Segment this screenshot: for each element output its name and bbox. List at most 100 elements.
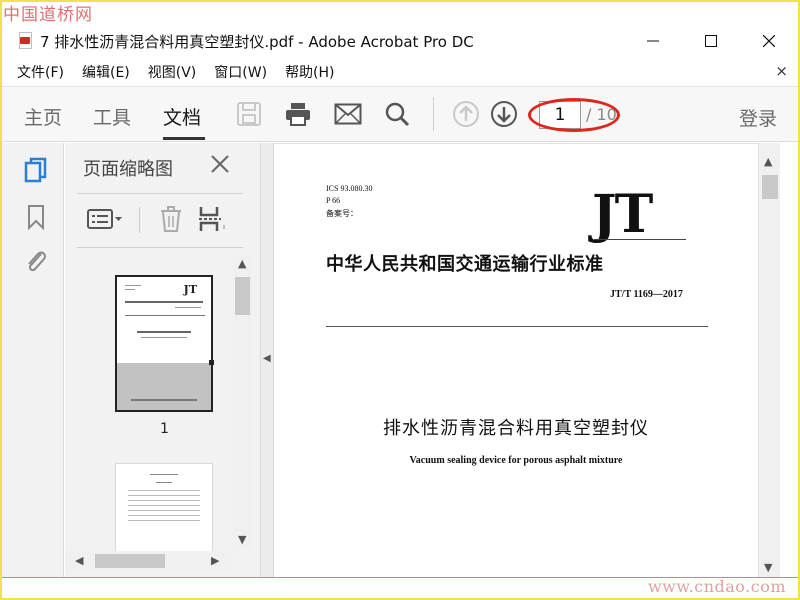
document-viewer: ICS 93.080.30 P 66 备案号： JT 中华人民共和国交通运输行业… bbox=[274, 143, 758, 578]
collapse-panel-icon[interactable]: ◀ bbox=[263, 353, 271, 364]
scroll-down-icon[interactable]: ▼ bbox=[238, 533, 246, 546]
close-icon bbox=[211, 155, 229, 173]
delete-page-icon bbox=[161, 206, 181, 232]
thumbnail-title-line bbox=[137, 331, 191, 333]
panel-divider bbox=[77, 247, 243, 248]
thumbnail-text-line bbox=[125, 289, 135, 290]
scroll-left-icon[interactable]: ◀ bbox=[75, 554, 83, 567]
document-vertical-scrollbar[interactable]: ▲ ▼ bbox=[758, 143, 780, 577]
menu-help[interactable]: 帮助(H) bbox=[285, 62, 334, 82]
save-button[interactable] bbox=[234, 99, 264, 129]
minimize-button[interactable] bbox=[624, 26, 682, 56]
thumbnail-footer-line bbox=[131, 399, 197, 401]
window-controls bbox=[624, 26, 798, 56]
next-page-button[interactable] bbox=[489, 99, 519, 129]
thumbnail-heading-line bbox=[125, 301, 203, 303]
doc-logo-underline bbox=[594, 239, 686, 240]
maximize-button[interactable] bbox=[682, 26, 740, 56]
thumbnail-text-line bbox=[128, 515, 200, 516]
title-bar: 7 排水性沥青混合料用真空塑封仪.pdf - Adobe Acrobat Pro… bbox=[2, 26, 798, 56]
scroll-right-icon[interactable]: ▶ bbox=[211, 554, 219, 567]
email-icon bbox=[334, 103, 362, 125]
menu-window[interactable]: 窗口(W) bbox=[214, 62, 267, 82]
print-button[interactable] bbox=[283, 99, 313, 129]
scrollbar-thumb[interactable] bbox=[235, 277, 250, 315]
doc-class-code: P 66 bbox=[326, 196, 341, 205]
doc-divider-rule bbox=[326, 326, 708, 327]
thumbnail-logo: JT bbox=[183, 283, 197, 296]
close-icon bbox=[763, 35, 775, 47]
attachments-icon bbox=[28, 251, 46, 272]
tab-home[interactable]: 主页 bbox=[24, 103, 62, 130]
menu-file[interactable]: 文件(F) bbox=[17, 62, 64, 82]
bookmarks-button[interactable] bbox=[22, 203, 50, 231]
doc-standard-heading: 中华人民共和国交通运输行业标准 bbox=[326, 254, 604, 275]
thumbnail-page-number: 1 bbox=[160, 421, 169, 437]
scroll-down-icon[interactable]: ▼ bbox=[764, 561, 772, 574]
thumbnail-resize-handle[interactable] bbox=[209, 360, 214, 365]
page-thumbnails-button[interactable] bbox=[22, 157, 50, 185]
doc-logo: JT bbox=[592, 184, 653, 245]
doc-title-chinese: 排水性沥青混合料用真空塑封仪 bbox=[383, 418, 649, 439]
tab-document[interactable]: 文档 bbox=[163, 103, 201, 130]
window-title: 7 排水性沥青混合料用真空塑封仪.pdf - Adobe Acrobat Pro… bbox=[40, 32, 474, 51]
watermark-bottom: www.cndao.com bbox=[647, 577, 786, 596]
thumbnail-options-button[interactable] bbox=[85, 205, 125, 233]
login-button[interactable]: 登录 bbox=[739, 104, 777, 131]
minimize-icon bbox=[647, 40, 659, 42]
page-thumbnails-icon bbox=[24, 157, 47, 183]
bookmarks-icon bbox=[28, 205, 44, 230]
thumbnail-text-line bbox=[128, 510, 200, 511]
page-thumbnail-1[interactable]: JT bbox=[115, 275, 214, 412]
thumbnails-panel: 页面缩略图 JT 1 ▲ ▼ ◀ ▶ bbox=[65, 143, 260, 577]
toolbar: 主页 工具 文档 1 / 10 登录 bbox=[2, 86, 798, 142]
email-button[interactable] bbox=[333, 99, 363, 129]
doc-ics-code: ICS 93.080.30 bbox=[326, 184, 373, 193]
scrollbar-thumb[interactable] bbox=[762, 175, 778, 199]
page-thumbnail-2[interactable] bbox=[115, 463, 213, 551]
attachments-button[interactable] bbox=[22, 247, 50, 275]
extract-page-button[interactable] bbox=[197, 205, 227, 233]
close-window-button[interactable] bbox=[740, 26, 798, 56]
thumbnail-text-line bbox=[128, 500, 200, 501]
menu-view[interactable]: 视图(V) bbox=[148, 62, 197, 82]
thumbnail-subtitle-line bbox=[141, 337, 187, 338]
tab-tools[interactable]: 工具 bbox=[93, 103, 131, 130]
pdf-file-icon bbox=[18, 32, 34, 50]
search-button[interactable] bbox=[382, 99, 412, 129]
panel-tool-separator bbox=[139, 207, 140, 233]
highlight-annotation bbox=[528, 98, 620, 132]
thumbnail-rule bbox=[125, 315, 205, 316]
page-up-icon bbox=[453, 101, 479, 127]
scroll-up-icon[interactable]: ▲ bbox=[238, 257, 246, 270]
scroll-up-icon[interactable]: ▲ bbox=[764, 155, 772, 168]
extract-icon bbox=[199, 207, 225, 231]
save-icon bbox=[237, 102, 261, 126]
close-document-button[interactable]: × bbox=[775, 62, 788, 80]
previous-page-button[interactable] bbox=[451, 99, 481, 129]
delete-page-button[interactable] bbox=[157, 205, 185, 233]
panel-splitter[interactable]: ◀ bbox=[260, 143, 274, 577]
thumbnail-text-line bbox=[128, 505, 200, 506]
navigation-rail bbox=[2, 143, 64, 577]
doc-standard-number: JT/T 1169—2017 bbox=[610, 289, 683, 300]
thumbnail-text-line bbox=[150, 474, 178, 475]
active-tab-indicator bbox=[163, 137, 205, 140]
watermark-top: 中国道桥网 bbox=[3, 5, 93, 25]
search-icon bbox=[385, 102, 410, 127]
thumbnail-text-line bbox=[156, 482, 172, 483]
doc-title-english: Vacuum sealing device for porous asphalt… bbox=[409, 455, 623, 466]
scrollbar-thumb[interactable] bbox=[95, 554, 165, 568]
document-page: ICS 93.080.30 P 66 备案号： JT 中华人民共和国交通运输行业… bbox=[274, 144, 758, 578]
page-down-icon bbox=[491, 101, 517, 127]
menu-edit[interactable]: 编辑(E) bbox=[82, 62, 130, 82]
thumbnail-text-line bbox=[128, 520, 200, 521]
menu-bar: 文件(F) 编辑(E) 视图(V) 窗口(W) 帮助(H) × bbox=[2, 60, 798, 84]
print-icon bbox=[286, 103, 310, 126]
close-panel-button[interactable] bbox=[210, 152, 230, 180]
panel-divider bbox=[77, 193, 243, 194]
maximize-icon bbox=[705, 35, 717, 47]
thumbnail-horizontal-scrollbar[interactable]: ◀ ▶ bbox=[65, 551, 233, 571]
thumbnails-title: 页面缩略图 bbox=[83, 159, 173, 180]
thumbnail-vertical-scrollbar[interactable]: ▲ ▼ bbox=[233, 255, 252, 551]
